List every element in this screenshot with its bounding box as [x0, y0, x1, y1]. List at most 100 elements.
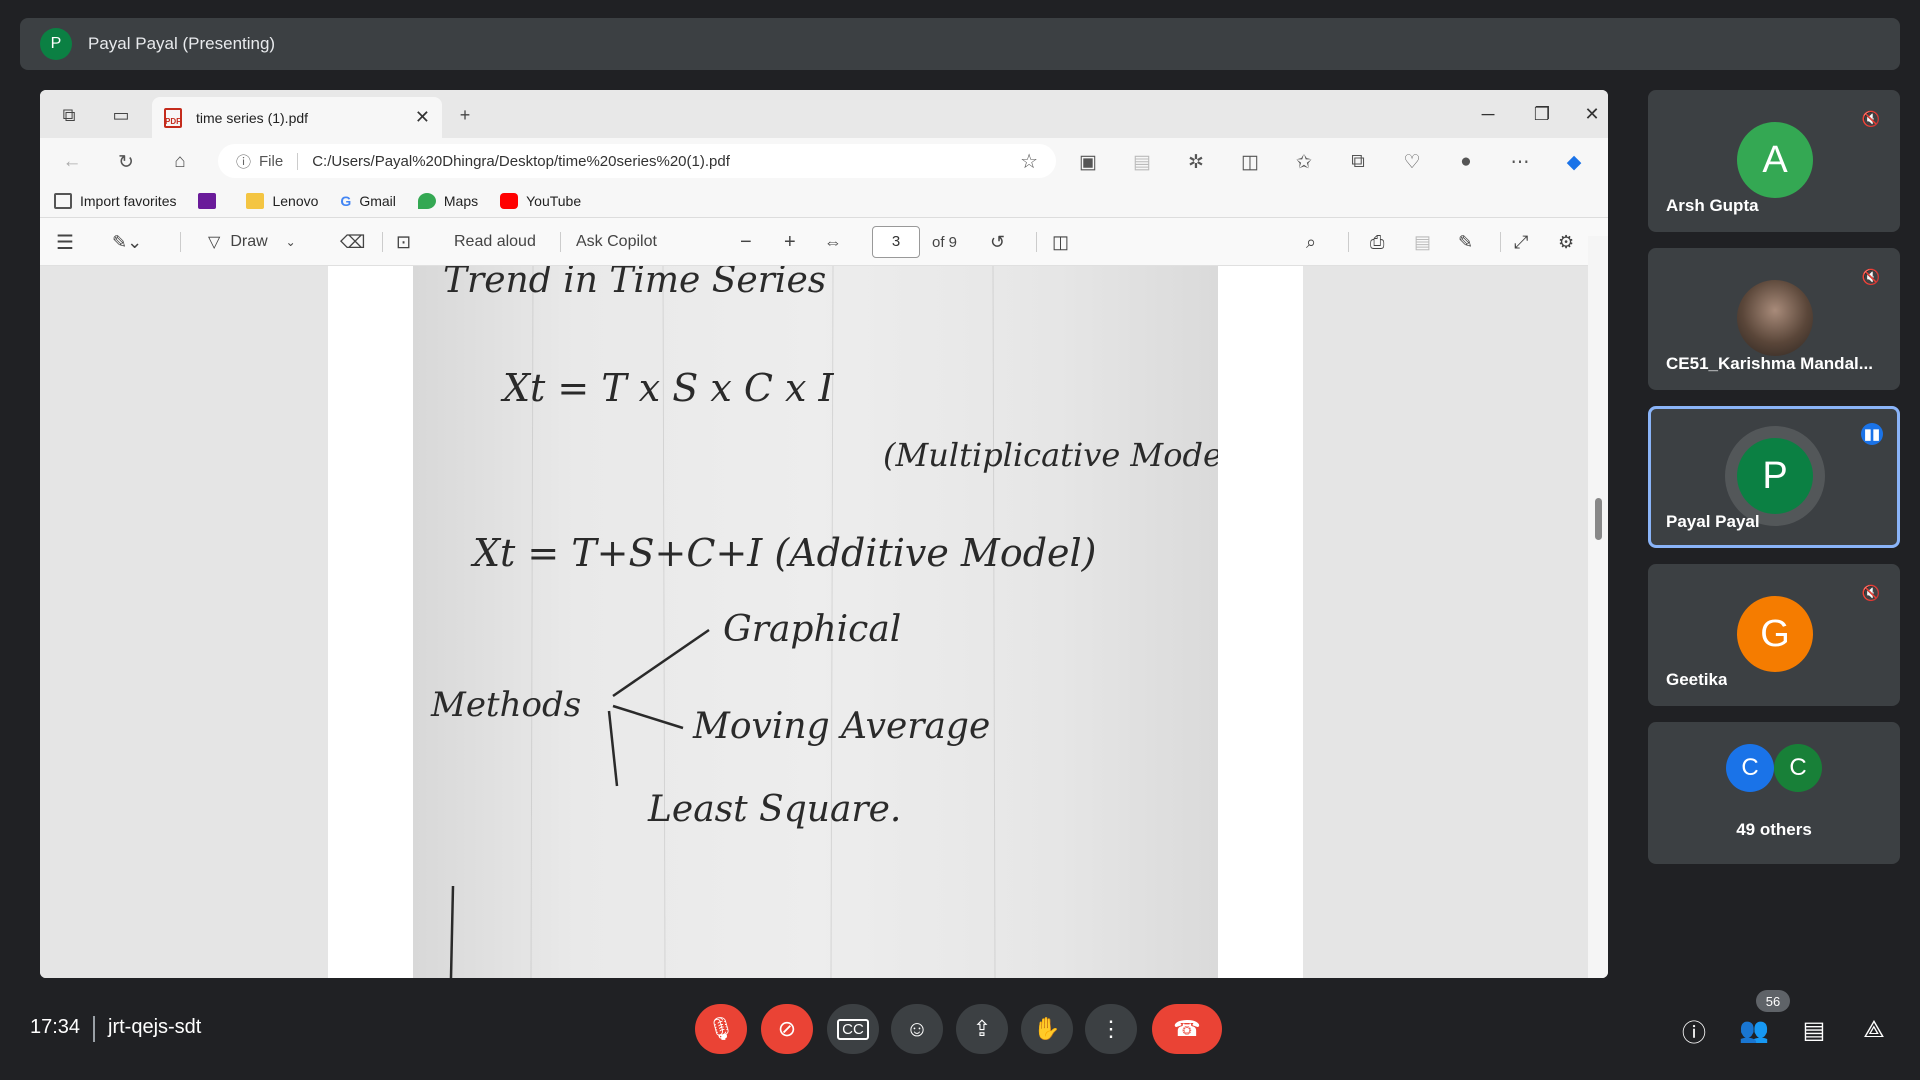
avatar: A [1737, 122, 1813, 198]
highlight-icon[interactable]: ✎⌄ [112, 218, 142, 266]
bookmark-import-favorites[interactable]: Import favorites [54, 192, 176, 209]
mic-off-icon: 🔇 [1861, 111, 1881, 128]
pdf-toolbar: ☰ ✎⌄ ▽ Draw ⌄ ⌫ ⊡ Read aloud Ask Copilot −… [40, 218, 1608, 266]
participant-tile-speaking[interactable]: P ▮▮ Payal Payal [1648, 406, 1900, 548]
tab-pdf[interactable]: PDF time series (1).pdf ✕ [152, 97, 442, 138]
mic-off-icon: 🔇 [1861, 269, 1881, 286]
eraser-icon[interactable]: ⌫ [340, 218, 365, 266]
refresh-icon[interactable]: ↻ [112, 148, 140, 176]
captions-button[interactable]: CC [827, 1004, 879, 1054]
split-screen-icon[interactable]: ◫ [1236, 148, 1264, 176]
avatar-photo [1737, 280, 1813, 356]
tab-actions-icon[interactable]: ▭ [110, 104, 132, 126]
favorite-star-icon[interactable]: ☆ [1020, 149, 1038, 174]
minimize-icon[interactable]: ─ [1470, 100, 1506, 128]
page-view-icon[interactable]: ◫ [1052, 218, 1069, 266]
print-icon[interactable]: ⎙ [1370, 218, 1384, 266]
participant-name: CE51_Karishma Mandal... [1666, 354, 1873, 373]
page-number-input[interactable]: 3 [872, 226, 920, 258]
zoom-out-icon[interactable]: − [740, 218, 752, 266]
avatar: C [1726, 744, 1774, 792]
mic-off-icon: 🎙 [707, 1016, 735, 1041]
ask-copilot-button[interactable]: Ask Copilot [576, 218, 657, 266]
zoom-in-icon[interactable]: + [784, 218, 796, 266]
collections-icon[interactable]: ⧉ [1344, 148, 1372, 176]
extensions-puzzle-icon[interactable]: ✲ [1182, 148, 1210, 176]
meeting-code: jrt-qejs-sdt [108, 1016, 202, 1038]
home-icon[interactable]: ⌂ [166, 148, 194, 176]
bookmark-lenovo[interactable]: Lenovo [246, 192, 318, 209]
notes-method-least-square: Least Square. [647, 789, 901, 830]
activities-icon[interactable]: ⟁ [1858, 1014, 1890, 1046]
scrollbar-thumb[interactable] [1595, 498, 1602, 540]
avatar: C [1774, 744, 1822, 792]
pdf-scrollbar[interactable] [1588, 236, 1608, 978]
draw-button[interactable]: ▽ Draw ⌄ [208, 218, 296, 266]
window-close-icon[interactable]: ✕ [1578, 100, 1606, 128]
tab-close-icon[interactable]: ✕ [415, 107, 430, 128]
chevron-down-icon: ⌄ [285, 235, 296, 249]
shared-screen-window: ⧉ ▭ PDF time series (1).pdf ✕ + ─ ❐ ✕ ← … [40, 90, 1608, 978]
restore-icon[interactable]: ❐ [1524, 100, 1560, 128]
participant-name: Arsh Gupta [1666, 196, 1759, 215]
youtube-icon [500, 192, 519, 209]
save-as-icon[interactable]: ✎ [1458, 218, 1473, 266]
more-vert-icon: ⋮ [1100, 1016, 1122, 1041]
people-count-badge: 56 [1756, 990, 1790, 1012]
people-icon[interactable]: 👥 [1738, 1014, 1770, 1046]
contents-icon[interactable]: ☰ [56, 218, 74, 266]
bookmark-mail[interactable] [198, 192, 224, 209]
chat-icon[interactable]: ▤ [1798, 1014, 1830, 1046]
import-icon [54, 192, 72, 209]
mic-off-button[interactable]: 🎙 [695, 1004, 747, 1054]
extension-icon[interactable]: ▣ [1074, 148, 1102, 176]
favorites-icon[interactable]: ✩ [1290, 148, 1318, 176]
back-icon[interactable]: ← [58, 148, 86, 176]
search-icon[interactable]: ⌕ [1306, 218, 1316, 266]
more-options-button[interactable]: ⋮ [1085, 1004, 1137, 1054]
pdf-viewport[interactable]: Trend in Time Series Xt = T x S x C x I … [40, 266, 1588, 978]
fit-width-icon[interactable]: ⇔ [824, 218, 842, 266]
info-icon[interactable]: ⓘ [236, 151, 251, 172]
fullscreen-icon[interactable]: ⤢ [1514, 218, 1528, 266]
new-tab-icon[interactable]: + [454, 104, 476, 126]
profile-icon[interactable]: ● [1452, 148, 1480, 176]
leave-call-button[interactable]: ☎ [1152, 1004, 1222, 1054]
reader-icon[interactable]: ▤ [1128, 148, 1156, 176]
present-icon: ⇪ [972, 1016, 992, 1041]
speaking-indicator-icon: ▮▮ [1861, 423, 1883, 445]
read-aloud-button[interactable]: Read aloud [454, 218, 536, 266]
browser-essentials-icon[interactable]: ♡ [1398, 148, 1426, 176]
rotate-icon[interactable]: ↺ [990, 218, 1005, 266]
bookmark-youtube[interactable]: YouTube [500, 192, 581, 209]
address-bar[interactable]: ⓘ File C:/Users/Payal%20Dhingra/Desktop/… [218, 144, 1056, 178]
raise-hand-button[interactable]: ✋ [1021, 1004, 1073, 1054]
notes-equation-additive: Xt = T+S+C+I (Additive Model) [470, 531, 1097, 575]
presenter-label: Payal Payal (Presenting) [88, 34, 276, 53]
camera-off-icon: ⊘ [777, 1016, 797, 1041]
others-tile[interactable]: C C 49 others [1648, 722, 1900, 864]
settings-gear-icon[interactable]: ⚙ [1558, 218, 1574, 266]
camera-off-button[interactable]: ⊘ [761, 1004, 813, 1054]
participant-tile[interactable]: G 🔇 Geetika [1648, 564, 1900, 706]
participant-tile[interactable]: A 🔇 Arsh Gupta [1648, 90, 1900, 232]
workspaces-icon[interactable]: ⧉ [58, 104, 80, 126]
present-screen-button[interactable]: ⇪ [956, 1004, 1008, 1054]
reactions-button[interactable]: ☺ [891, 1004, 943, 1054]
meeting-details-icon[interactable]: ⓘ [1678, 1014, 1710, 1047]
bookmark-gmail[interactable]: G Gmail [340, 193, 395, 209]
divider [93, 1016, 95, 1042]
participant-tile[interactable]: 🔇 CE51_Karishma Mandal... [1648, 248, 1900, 390]
more-icon[interactable]: ⋯ [1506, 148, 1534, 176]
browser-tabstrip: ⧉ ▭ PDF time series (1).pdf ✕ + ─ ❐ ✕ [40, 90, 1608, 138]
text-icon[interactable]: ⊡ [396, 218, 411, 266]
participant-name: Payal Payal [1666, 512, 1760, 531]
bookmark-maps[interactable]: Maps [417, 192, 478, 209]
save-icon[interactable]: ▤ [1414, 218, 1431, 266]
folder-icon [246, 192, 265, 209]
tab-title: time series (1).pdf [196, 109, 309, 126]
page-count: of 9 [932, 233, 958, 251]
phone-hangup-icon: ☎ [1173, 1016, 1201, 1041]
copilot-icon[interactable]: ◆ [1560, 148, 1588, 176]
handwritten-notes-photo: Trend in Time Series Xt = T x S x C x I … [413, 266, 1218, 978]
